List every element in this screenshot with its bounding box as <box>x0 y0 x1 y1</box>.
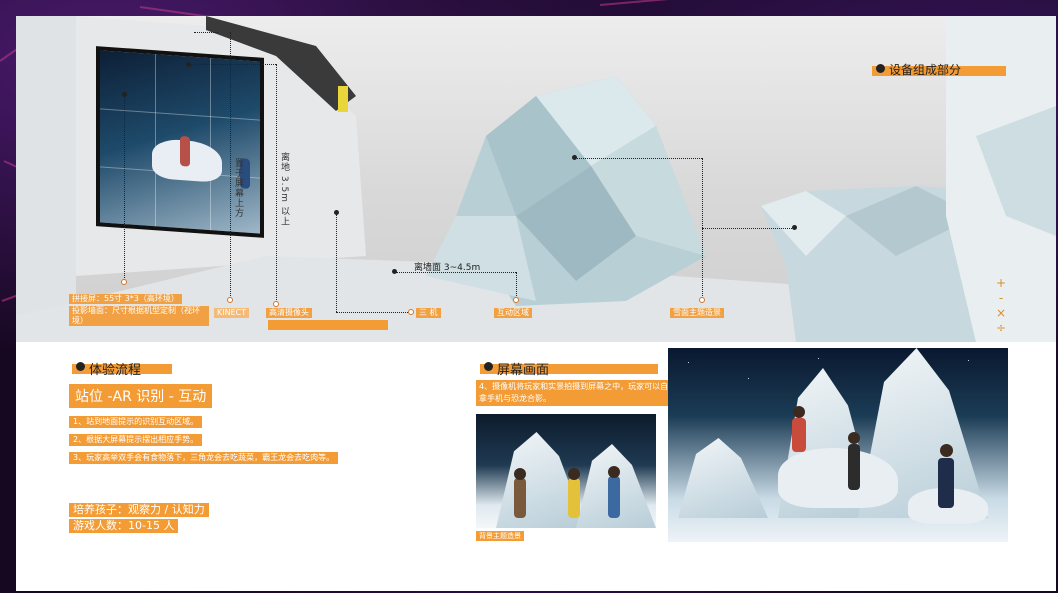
screen-description: 4、摄像机将玩家和实景拍摄到屏幕之中，玩家可以自己拿手机与恐龙合影。 <box>476 380 686 406</box>
screen-section-title: 屏幕画面 <box>480 362 658 378</box>
leader-dot <box>122 92 127 97</box>
bullet-icon <box>76 362 85 371</box>
projector-tag: 三 机 <box>416 308 441 318</box>
kinect-tag: KINECT <box>214 308 250 318</box>
bullet-icon <box>484 362 493 371</box>
presentation-slide: 置于屏幕上方 离地 3.5m 以上 离墙面 3~4.5m 拼接屏：55寸 3*3… <box>16 16 1056 591</box>
cultivate-label: 培养孩子：观察力 / 认知力 <box>69 503 209 517</box>
components-section-title: 设备组成部分 <box>872 63 1006 77</box>
flow-section-title: 体验流程 <box>72 362 172 378</box>
math-glyphs: + - × ÷ <box>994 276 1008 336</box>
flow-step-1: 1、站到地面提示的识别互动区域。 <box>69 416 203 428</box>
flow-step-3: 3、玩家高举双手会有食物落下，三角龙会去吃蔬菜，霸王龙会去吃肉等。 <box>69 452 339 464</box>
players-label: 游戏人数：10-15 人 <box>69 519 179 533</box>
height-above-label: 离地 3.5m 以上 <box>279 152 289 227</box>
exhibit-render: 置于屏幕上方 离地 3.5m 以上 离墙面 3~4.5m 拼接屏：55寸 3*3… <box>16 16 1056 342</box>
divide-icon: ÷ <box>995 321 1007 335</box>
photo-caption: 背景主题造景 <box>476 531 524 541</box>
plus-icon: + <box>995 276 1007 290</box>
leader-line <box>124 96 125 282</box>
minus-icon: - <box>998 291 1004 305</box>
bear-screen-photo <box>668 348 1008 542</box>
camera-tag-bar <box>268 320 388 330</box>
screen-spec-tag: 拼接屏：55寸 3*3（高环境） <box>69 294 182 304</box>
scene-sculpture-tag: 雪面主题造景 <box>670 308 724 318</box>
wall-distance-label: 离墙面 3~4.5m <box>414 263 481 273</box>
camera-tag: 高清摄像头 <box>266 308 312 318</box>
mount-above-label: 置于屏幕上方 <box>233 158 243 218</box>
times-icon: × <box>995 306 1007 320</box>
flow-headline: 站位 -AR 识别 - 互动 <box>69 384 213 408</box>
flow-step-2: 2、根据大屏幕提示摆出相应手势。 <box>69 434 203 446</box>
leader-ring <box>121 279 127 285</box>
interaction-zone-tag: 互动区域 <box>494 308 532 318</box>
kids-ice-photo <box>476 414 656 528</box>
projection-spec-tag: 投影墙面：尺寸根据机型定制（视环境） <box>69 306 209 326</box>
bullet-icon <box>876 64 885 73</box>
